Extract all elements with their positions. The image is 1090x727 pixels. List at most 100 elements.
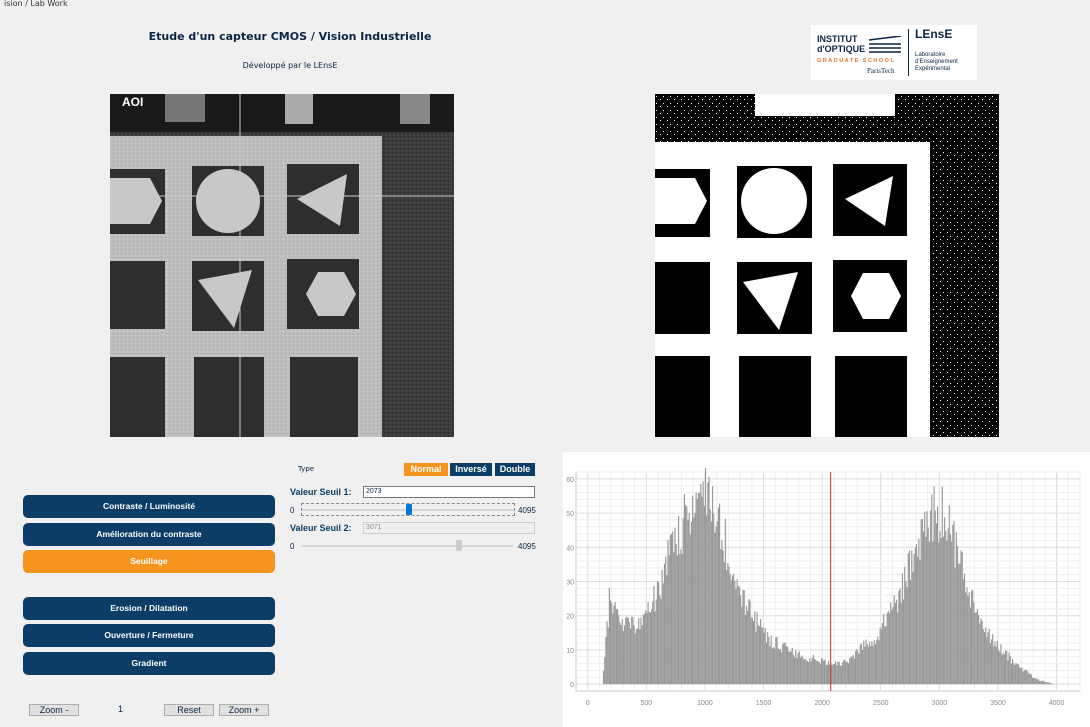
histogram-bar <box>1037 679 1039 685</box>
histogram-bar <box>994 640 996 685</box>
histogram-bar <box>680 549 682 685</box>
histogram-bar <box>743 590 745 685</box>
histogram-bar <box>656 581 659 685</box>
zoom-out-button[interactable]: Zoom - <box>29 704 79 716</box>
histogram-bar <box>1001 654 1003 685</box>
seuil1-slider-thumb[interactable] <box>406 504 412 515</box>
histogram-bar <box>962 579 964 685</box>
histogram-bar <box>744 614 746 685</box>
threshold-image[interactable] <box>655 94 999 437</box>
histogram-bar <box>696 498 698 685</box>
histogram-bar <box>993 646 995 685</box>
histogram-bar <box>666 574 668 685</box>
histogram-bar <box>839 665 841 685</box>
histogram-bar <box>1051 683 1054 685</box>
histogram-bar <box>840 665 843 685</box>
camera-image-render <box>110 94 454 437</box>
histogram-bar <box>727 563 729 685</box>
erosion-dilatation-button[interactable]: Erosion / Dilatation <box>23 597 275 620</box>
histogram-bar <box>718 503 721 685</box>
histogram-bar <box>959 563 961 685</box>
histogram-bar <box>931 494 933 685</box>
histogram-bar <box>653 585 655 685</box>
histogram-bar <box>869 641 871 685</box>
histogram-bar <box>742 589 744 685</box>
graduate-school-text: GRADUATE SCHOOL <box>817 58 896 64</box>
histogram-bar <box>648 611 650 685</box>
histogram-bar <box>966 587 968 685</box>
gradient-button[interactable]: Gradient <box>23 652 275 675</box>
x-tick-label: 1000 <box>697 700 713 707</box>
histogram-bar <box>649 612 652 685</box>
histogram-bar <box>658 582 660 685</box>
type-inverse-button[interactable]: Inversé <box>450 463 492 476</box>
histogram-bar <box>843 659 845 685</box>
histogram-bar <box>927 527 929 685</box>
histogram-bar <box>990 639 993 685</box>
histogram-bar <box>897 612 899 685</box>
histogram-bar <box>1024 669 1027 685</box>
histogram-bar <box>810 661 812 685</box>
histogram-bar <box>967 596 969 685</box>
histogram-bar <box>942 536 945 685</box>
zoom-in-button[interactable]: Zoom + <box>219 704 269 716</box>
histogram-bar <box>1014 664 1016 685</box>
histogram-bar <box>607 627 609 685</box>
contraste-luminosite-button[interactable]: Contraste / Luminosité <box>23 495 275 518</box>
histogram-bar <box>879 627 881 685</box>
ouverture-fermeture-button[interactable]: Ouverture / Fermeture <box>23 624 275 647</box>
histogram-bar <box>791 647 793 685</box>
histogram-bar <box>944 517 946 685</box>
histogram-bar <box>612 613 614 685</box>
y-tick-label: 10 <box>566 648 574 655</box>
histogram-bar <box>958 563 960 685</box>
histogram-bar <box>920 519 922 685</box>
histogram-bar <box>651 609 653 685</box>
histogram-bar <box>661 569 663 685</box>
x-tick-label: 0 <box>586 700 590 707</box>
histogram-bar <box>832 664 834 685</box>
seuil1-slider[interactable] <box>301 503 515 516</box>
histogram-bar <box>940 538 942 685</box>
histogram-bar <box>858 653 860 685</box>
histogram-bar <box>722 550 724 685</box>
histogram-bar <box>720 548 722 685</box>
histogram-bar <box>908 550 911 685</box>
y-tick-label: 60 <box>566 477 574 484</box>
histogram-bar <box>864 646 866 685</box>
histogram-bar <box>829 664 831 685</box>
histogram-bar <box>831 665 833 685</box>
seuillage-button[interactable]: Seuillage <box>23 550 275 573</box>
amelioration-contraste-button[interactable]: Amélioration du contraste <box>23 523 275 546</box>
camera-image[interactable]: AOI <box>110 94 454 437</box>
histogram-bar <box>1009 656 1011 685</box>
reset-button[interactable]: Reset <box>164 704 214 716</box>
histogram-bar <box>996 640 998 685</box>
histogram-bar <box>1043 681 1045 685</box>
institut-optique-wordmark: INSTITUT d'OPTIQUE <box>817 34 866 54</box>
histogram-bar <box>1038 680 1041 685</box>
histogram-bar <box>1033 678 1035 685</box>
histogram-bar <box>980 618 982 685</box>
histogram-bar <box>884 626 886 685</box>
histogram-bar <box>799 657 802 685</box>
histogram-bar <box>935 523 938 685</box>
threshold-image-render <box>655 94 999 437</box>
x-tick-label: 3000 <box>932 700 948 707</box>
type-double-button[interactable]: Double <box>495 463 535 476</box>
histogram-bar <box>871 640 873 685</box>
histogram-bar <box>948 505 950 685</box>
paristech-text: ParisTech <box>867 67 895 75</box>
histogram-bar <box>1046 682 1048 685</box>
histogram-bar <box>707 482 709 685</box>
histogram-bar <box>999 651 1001 685</box>
seuil2-slider-track <box>301 545 513 547</box>
histogram-bar <box>662 583 664 685</box>
histogram-bar <box>987 632 989 685</box>
histogram-bar <box>815 659 817 685</box>
histogram-bar <box>1029 673 1031 685</box>
seuil1-input[interactable]: 2073 <box>363 486 535 498</box>
histogram-bar <box>747 610 749 685</box>
histogram-bar <box>794 657 796 685</box>
type-normal-button[interactable]: Normal <box>404 463 448 476</box>
